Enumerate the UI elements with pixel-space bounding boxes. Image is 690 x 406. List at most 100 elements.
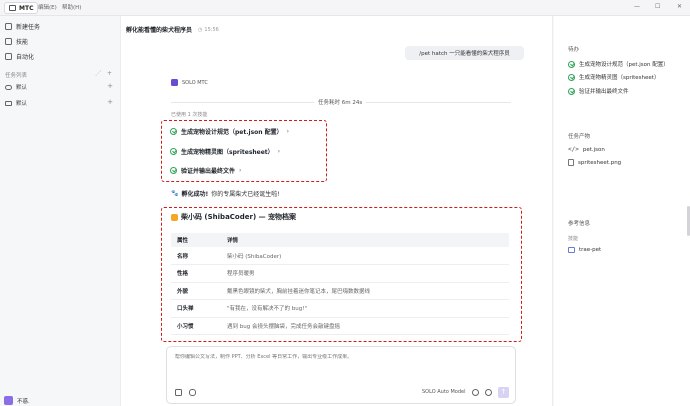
task-list-actions: ⋰ + (95, 70, 112, 77)
paw-icon: 🐾 (171, 190, 179, 197)
product-file[interactable]: </> pet.json (568, 146, 605, 153)
user-name: 不惑. (17, 398, 30, 405)
paperclip-icon[interactable] (189, 389, 196, 396)
top-bar: MTC 编辑(E) 帮助(H) — ☐ ✕ (0, 0, 690, 16)
model-label: SOLO Auto Model (422, 389, 466, 395)
step-label: 生成宠物设计规范（pet.json 配置） (181, 128, 283, 136)
table-cell-value: 戴黑色眼镜的柴犬，胸前挂着迷你笔记本，尾巴嗨数数据线 (221, 282, 509, 300)
step-item[interactable]: 验证并输出最终文件 › (170, 165, 241, 175)
success-text: 你的专属柴犬已经诞生啦! (211, 191, 280, 198)
page-title: 孵化能看懂的柴犬程序员 (126, 27, 193, 34)
maximize-button[interactable]: ☐ (655, 3, 660, 10)
add-task-icon[interactable]: + (107, 98, 113, 106)
new-task-icon (5, 22, 12, 30)
nav-automation[interactable]: 自动化 (5, 51, 34, 61)
image-file-icon (568, 159, 574, 166)
add-task-icon[interactable]: + (107, 82, 113, 90)
settings-icon[interactable] (472, 389, 479, 396)
nav-automation-label: 自动化 (16, 53, 35, 61)
skill-book-icon (568, 247, 575, 253)
step-label: 验证并输出最终文件 (181, 167, 236, 175)
sidebar: 新建任务 技能 自动化 任务列表 ⋰ + 默认 + 默认 + 不惑. (0, 16, 120, 406)
table-header-row: 属性 详情 (171, 233, 509, 247)
success-message: 🐾 孵化成功! 你的专属柴犬已经诞生啦! (171, 189, 280, 198)
table-cell-key: 名称 (171, 247, 221, 265)
table-row: 名称 柴小码 (ShibaCoder) (171, 247, 509, 265)
user-profile[interactable]: 不惑. (4, 396, 30, 405)
nav-skills-label: 技能 (16, 38, 29, 46)
task-duration: 任务耗时 6m 24s (314, 98, 367, 106)
table-row: 外貌 戴黑色眼镜的柴犬，胸前挂着迷你笔记本，尾巴嗨数数据线 (171, 282, 509, 300)
code-file-icon: </> (568, 146, 579, 153)
product-file[interactable]: spritesheet.png (568, 159, 621, 166)
table-header: 属性 (171, 233, 221, 247)
close-window-button[interactable]: ✕ (677, 3, 682, 10)
check-icon (568, 73, 575, 81)
menu-edit[interactable]: 编辑(E) (38, 3, 57, 11)
agent-name: SOLO MTC (182, 79, 208, 86)
solo-logo-icon (171, 79, 178, 86)
chevron-right-icon: › (286, 127, 290, 135)
table-cell-key: 小习惯 (171, 317, 221, 335)
step-item[interactable]: 生成宠物设计规范（pet.json 配置） › (170, 126, 289, 136)
model-selector[interactable]: SOLO Auto Model (422, 389, 465, 395)
app-logo-icon (9, 5, 16, 11)
add-icon[interactable]: + (107, 70, 112, 77)
table-header: 详情 (221, 233, 509, 247)
nav-skills[interactable]: 技能 (5, 36, 28, 46)
skill-item[interactable]: trae-pet (568, 247, 601, 253)
todo-item: 验证并输出最终文件 (568, 87, 629, 95)
profile-heading: 柴小码 (ShibaCoder) — 宠物档案 (171, 212, 296, 222)
todo-label: 生成宠物设计规范（pet.json 配置） (579, 62, 669, 68)
table-cell-value: "有我在，没有解决不了的 bug!" (221, 299, 509, 318)
product-file-name: pet.json (582, 146, 605, 153)
todo-label: 生成宠物精灵图（spritesheet） (579, 75, 660, 81)
mic-icon[interactable] (485, 389, 492, 396)
filter-icon[interactable]: ⋰ (95, 70, 101, 77)
table-row: 小习惯 遇到 bug 会挠头摆脑袋，完成任务会敲键盘摇 (171, 317, 509, 335)
step-item[interactable]: 生成宠物精灵图（spritesheet） › (170, 146, 280, 156)
chevron-right-icon: › (277, 147, 281, 155)
dog-icon (171, 213, 178, 221)
table-cell-value: 柴小码 (ShibaCoder) (221, 247, 509, 265)
check-icon (170, 166, 177, 174)
task-group-folder[interactable]: 默认 + (5, 98, 113, 108)
table-cell-key: 口头禅 (171, 299, 221, 318)
minimize-button[interactable]: — (634, 3, 640, 10)
table-row: 口头禅 "有我在，没有解决不了的 bug!" (171, 299, 509, 318)
attach-context-icon[interactable] (175, 389, 182, 396)
profile-table: 属性 详情 名称 柴小码 (ShibaCoder) 性格 程序员暖男 外貌 戴黑… (171, 233, 509, 335)
menu-help[interactable]: 帮助(H) (62, 3, 81, 11)
automation-icon (5, 52, 12, 60)
check-icon (170, 127, 177, 135)
todo-title: 待办 (568, 47, 580, 53)
app-switcher[interactable]: MTC (4, 2, 39, 14)
todo-item: 生成宠物精灵图（spritesheet） (568, 73, 659, 81)
task-list-title: 任务列表 (5, 73, 28, 79)
chat-input[interactable] (175, 354, 505, 360)
chevron-right-icon: › (239, 166, 242, 174)
success-title: 孵化成功! (181, 191, 209, 198)
right-panel: 待办 生成宠物设计规范（pet.json 配置） 生成宠物精灵图（sprites… (554, 16, 690, 406)
check-icon (170, 147, 177, 155)
check-icon (568, 60, 575, 68)
conversation-time: 15:56 (204, 26, 219, 33)
product-file-name: spritesheet.png (578, 159, 622, 166)
nav-new-task[interactable]: 新建任务 (5, 21, 40, 31)
used-skills[interactable]: 已使用 1 次技能 (171, 111, 207, 118)
todo-label: 验证并输出最终文件 (579, 89, 629, 95)
task-group-cloud[interactable]: 默认 + (5, 82, 113, 92)
task-group-label: 默认 (16, 85, 28, 91)
chat-input-box: SOLO Auto Model ↑ (166, 346, 516, 404)
table-cell-key: 性格 (171, 264, 221, 283)
cloud-icon (5, 84, 12, 90)
table-cell-value: 遇到 bug 会挠头摆脑袋，完成任务会敲键盘摇 (221, 317, 509, 335)
todo-item: 生成宠物设计规范（pet.json 配置） (568, 60, 669, 68)
app-name: MTC (19, 4, 34, 12)
send-button[interactable]: ↑ (498, 387, 509, 398)
skills-subtitle: 技能 (568, 236, 579, 242)
avatar (4, 396, 13, 405)
skill-name: trae-pet (579, 247, 602, 253)
user-message: /pet hatch 一只能看懂的柴犬程序员 (405, 46, 524, 60)
table-row: 性格 程序员暖男 (171, 264, 509, 283)
